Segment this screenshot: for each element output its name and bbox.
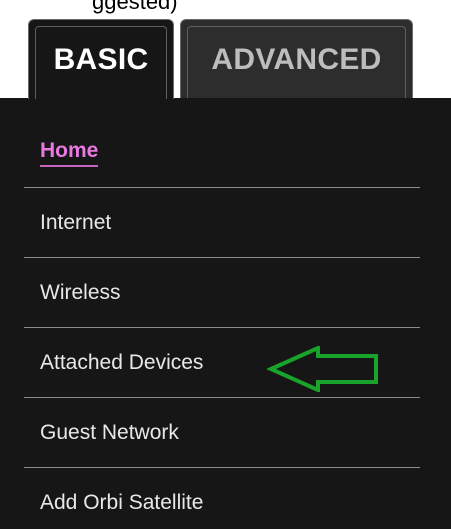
menu-item-label: Add Orbi Satellite <box>40 491 204 514</box>
menu-item-add-orbi-satellite[interactable]: Add Orbi Satellite <box>24 468 420 529</box>
tab-basic-label: BASIC <box>53 42 149 76</box>
menu-item-label: Attached Devices <box>40 350 204 374</box>
menu-item-guest-network[interactable]: Guest Network <box>24 398 420 468</box>
menu-item-label: Internet <box>40 210 112 234</box>
tab-advanced-label: ADVANCED <box>211 42 382 76</box>
menu-item-label: Guest Network <box>40 420 179 444</box>
menu-item-label: Wireless <box>40 280 121 304</box>
menu-item-label: Home <box>40 139 99 167</box>
menu-item-home[interactable]: Home <box>24 118 420 188</box>
menu-item-internet[interactable]: Internet <box>24 188 420 258</box>
arrow-left-outline-icon <box>266 346 378 392</box>
caption-fragment: ggested) <box>92 0 178 14</box>
basic-menu-list: Home Internet Wireless Attached Devices … <box>24 118 420 529</box>
router-admin-screenshot: ggested) BASIC ADVANCED Home Internet Wi… <box>0 0 451 529</box>
tab-advanced[interactable]: ADVANCED <box>180 19 413 99</box>
basic-menu-panel: Home Internet Wireless Attached Devices … <box>0 98 451 529</box>
menu-item-wireless[interactable]: Wireless <box>24 258 420 328</box>
arrow-outline <box>266 346 378 392</box>
tab-basic[interactable]: BASIC <box>28 19 174 99</box>
